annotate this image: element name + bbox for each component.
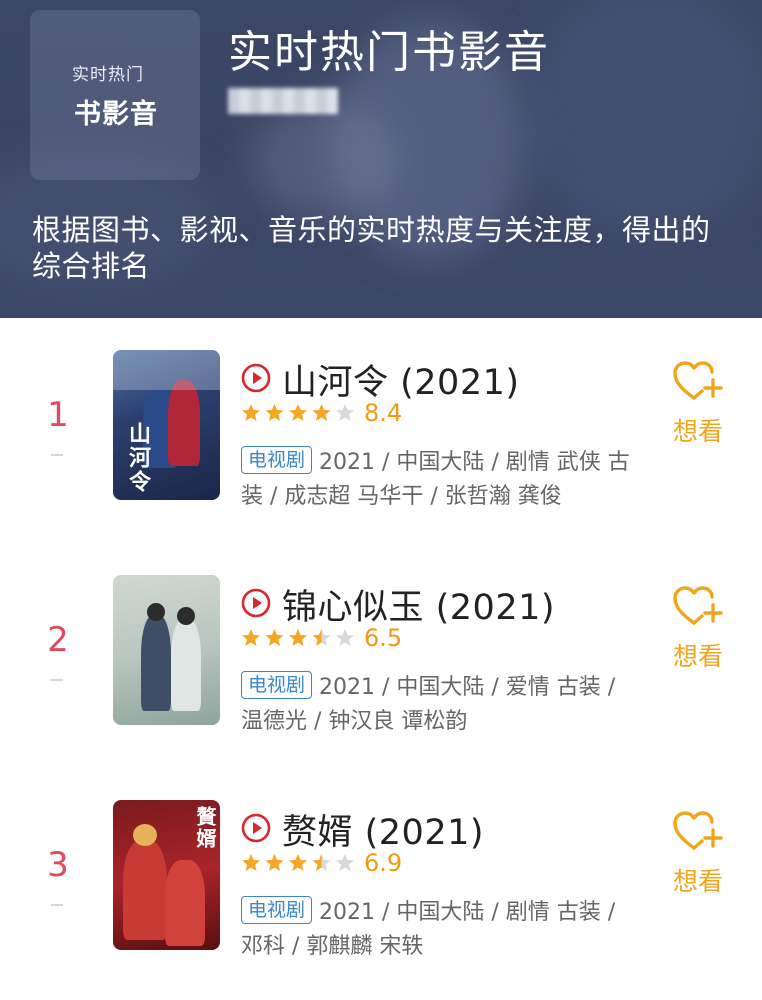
- poster-image[interactable]: 山河令: [113, 350, 220, 500]
- poster-image[interactable]: 贅婿: [113, 800, 220, 950]
- item-title[interactable]: 山河令 (2021): [282, 354, 520, 405]
- star-icon: [336, 854, 354, 871]
- stars-graphic: [242, 404, 354, 421]
- want-to-watch-button[interactable]: 想看: [668, 810, 728, 898]
- logo-big-text: 书影音: [74, 99, 158, 130]
- heart-plus-icon: [673, 361, 723, 400]
- heart-plus-icon: [673, 586, 723, 625]
- star-icon: [289, 404, 307, 421]
- rank-divider: [51, 454, 63, 456]
- item-meta: 2021 / 中国大陆 / 剧情 武侠 古装 / 成志超 马华干 / 张哲瀚 龚…: [241, 450, 630, 509]
- play-icon[interactable]: [241, 363, 271, 393]
- rank-divider: [51, 904, 63, 906]
- poster-title-text: 山河令: [125, 422, 150, 494]
- poster-image[interactable]: [113, 575, 220, 725]
- star-icon: [336, 404, 354, 421]
- star-rating: [241, 852, 359, 876]
- star-icon: [242, 854, 260, 871]
- star-icon: [289, 854, 307, 871]
- page-description: 根据图书、影视、音乐的实时热度与关注度，得出的综合排名: [32, 213, 711, 283]
- page-title: 实时热门书影音: [228, 27, 550, 78]
- star-icon: [265, 404, 284, 421]
- item-title[interactable]: 赘婿 (2021): [282, 804, 484, 855]
- logo-small-text: 实时热门: [72, 65, 144, 85]
- want-to-watch-button[interactable]: 想看: [668, 585, 728, 673]
- item-meta: 2021 / 中国大陆 / 剧情 古装 / 邓科 / 郭麒麟 宋轶: [241, 900, 616, 959]
- item-title[interactable]: 锦心似玉 (2021): [282, 579, 555, 630]
- rank-number: 2: [47, 620, 69, 660]
- want-to-watch-label: 想看: [672, 417, 723, 446]
- star-icon: [336, 629, 354, 646]
- poster-title-text: 贅婿: [193, 806, 217, 850]
- rank-number: 3: [47, 845, 69, 885]
- blurred-text: [228, 88, 338, 114]
- item-meta: 2021 / 中国大陆 / 爱情 古装 / 温德光 / 钟汉良 谭松韵: [241, 675, 616, 734]
- stars-graphic: [242, 854, 354, 871]
- heart-plus-icon: [673, 811, 723, 850]
- list-item[interactable]: 1 山河令 山河令 (2021) 8.4 电视剧 2021 / 中国大陆 / 剧…: [0, 350, 762, 520]
- star-icon: [242, 404, 260, 421]
- star-rating: [241, 402, 359, 426]
- rank-divider: [51, 679, 63, 681]
- star-icon: [312, 404, 331, 421]
- star-rating: [241, 627, 359, 651]
- want-to-watch-button[interactable]: 想看: [668, 360, 728, 448]
- star-icon: [289, 629, 307, 646]
- star-icon: [265, 629, 284, 646]
- rating-score: 6.9: [364, 849, 403, 877]
- want-to-watch-label: 想看: [672, 867, 723, 896]
- stars-graphic: [242, 629, 354, 646]
- banner-backdrop: [250, 100, 400, 220]
- list-item[interactable]: 2 锦心似玉 (2021) 6.5 电视剧 2021 / 中国大陆 / 爱情 古…: [0, 575, 762, 745]
- header-banner: 实时热门 书影音 实时热门书影音 根据图书、影视、音乐的实时热度与关注度，得出的…: [0, 0, 762, 318]
- star-icon: [242, 629, 260, 646]
- play-icon[interactable]: [241, 813, 271, 843]
- list-item[interactable]: 3 贅婿 赘婿 (2021) 6.9 电视剧 2021 / 中国大陆 / 剧情 …: [0, 800, 762, 970]
- rating-score: 8.4: [364, 399, 403, 427]
- star-icon: [312, 854, 331, 871]
- star-icon: [312, 629, 331, 646]
- banner-backdrop: [520, 0, 762, 240]
- want-to-watch-label: 想看: [672, 642, 723, 671]
- rank-number: 1: [47, 395, 69, 435]
- rating-score: 6.5: [364, 624, 403, 652]
- play-icon[interactable]: [241, 588, 271, 618]
- star-icon: [265, 854, 284, 871]
